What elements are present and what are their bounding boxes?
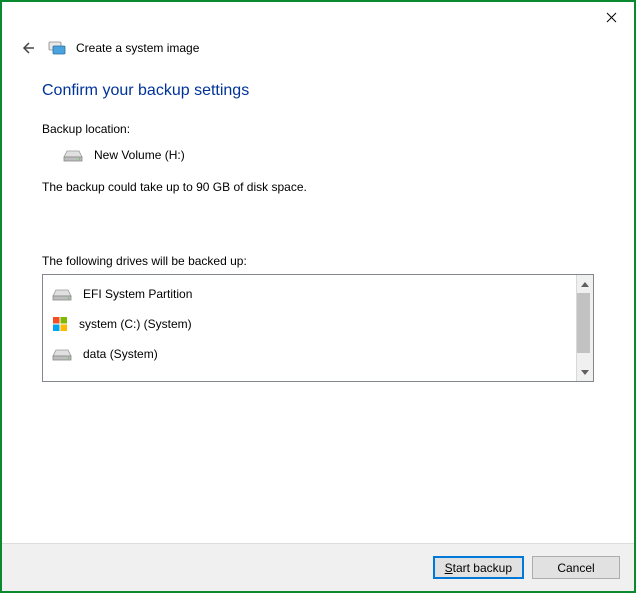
wizard-content: Confirm your backup settings Backup loca…	[2, 72, 634, 543]
back-arrow-icon	[20, 40, 36, 56]
start-backup-label-rest: tart backup	[453, 561, 512, 575]
wizard-footer: Start backup Cancel	[2, 543, 634, 591]
list-item[interactable]: EFI System Partition	[43, 279, 576, 309]
drive-label: EFI System Partition	[83, 287, 192, 301]
scrollbar[interactable]	[576, 275, 593, 381]
backup-size-note: The backup could take up to 90 GB of dis…	[42, 180, 594, 194]
wizard-window: Create a system image Confirm your backu…	[0, 0, 636, 593]
backup-location-value: New Volume (H:)	[94, 148, 185, 162]
drive-label: system (C:) (System)	[79, 317, 192, 331]
list-item[interactable]: system (C:) (System)	[43, 309, 576, 339]
start-backup-button[interactable]: Start backup	[433, 556, 524, 579]
drives-listbox: EFI System Partition system (C:) (System…	[42, 274, 594, 382]
system-image-icon	[48, 39, 66, 57]
drive-label: data (System)	[83, 347, 158, 361]
drive-icon	[51, 345, 73, 363]
close-button[interactable]	[596, 6, 626, 28]
list-item[interactable]: data (System)	[43, 339, 576, 369]
close-icon	[606, 12, 617, 23]
scroll-thumb[interactable]	[577, 293, 590, 353]
drives-list: EFI System Partition system (C:) (System…	[43, 275, 576, 381]
backup-location-label: Backup location:	[42, 122, 594, 136]
drives-list-label: The following drives will be backed up:	[42, 254, 594, 268]
scroll-up-arrow-icon[interactable]	[577, 277, 594, 291]
windows-icon	[51, 315, 69, 333]
drive-icon	[51, 285, 73, 303]
backup-location-row: New Volume (H:)	[62, 146, 594, 164]
titlebar	[2, 2, 634, 32]
back-button[interactable]	[18, 38, 38, 58]
page-heading: Confirm your backup settings	[42, 82, 594, 100]
drive-icon	[62, 146, 84, 164]
scroll-down-arrow-icon[interactable]	[577, 365, 594, 379]
wizard-header: Create a system image	[2, 32, 634, 72]
wizard-title: Create a system image	[76, 41, 199, 55]
cancel-button[interactable]: Cancel	[532, 556, 620, 579]
